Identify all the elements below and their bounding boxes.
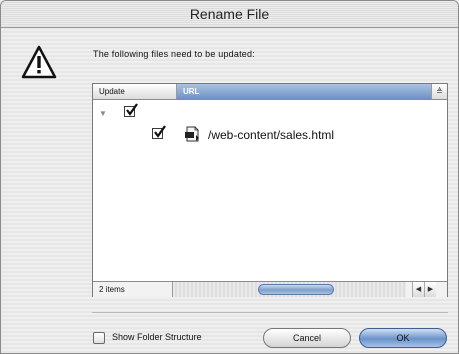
item-count: 2 items	[93, 282, 173, 297]
show-folder-structure-checkbox[interactable]	[93, 332, 105, 344]
divider	[92, 312, 448, 313]
checkmark-icon	[126, 103, 138, 116]
table-footer: 2 items ◀ ▶	[93, 281, 447, 297]
dialog-title: Rename File	[1, 1, 458, 28]
scrollbar-thumb[interactable]	[258, 284, 334, 295]
disclosure-triangle-icon[interactable]: ▼	[99, 109, 107, 118]
horizontal-scrollbar[interactable]	[173, 282, 406, 297]
cancel-button[interactable]: Cancel	[263, 328, 351, 348]
scroll-left-arrow-icon[interactable]: ◀	[412, 282, 424, 297]
files-table: Update URL ≜ ▼ /web-content/sales.html 2…	[92, 83, 448, 297]
table-header: Update URL ≜	[93, 84, 447, 100]
column-header-update[interactable]: Update	[93, 84, 177, 99]
update-checkbox-file[interactable]	[152, 125, 166, 139]
scroll-right-arrow-icon[interactable]: ▶	[424, 282, 436, 297]
column-header-url[interactable]: URL	[177, 84, 432, 99]
update-checkbox-parent[interactable]	[124, 103, 138, 117]
warning-triangle-icon	[21, 45, 57, 79]
show-folder-structure-label[interactable]: Show Folder Structure	[112, 332, 202, 342]
checkmark-icon	[154, 125, 166, 138]
file-url: /web-content/sales.html	[208, 128, 335, 142]
dialog-message: The following files need to be updated:	[93, 49, 255, 59]
ok-button[interactable]: OK	[359, 328, 447, 348]
column-sort-icon[interactable]: ≜	[432, 84, 447, 99]
rename-file-dialog: Rename File The following files need to …	[0, 0, 459, 354]
html-file-icon	[185, 126, 199, 142]
